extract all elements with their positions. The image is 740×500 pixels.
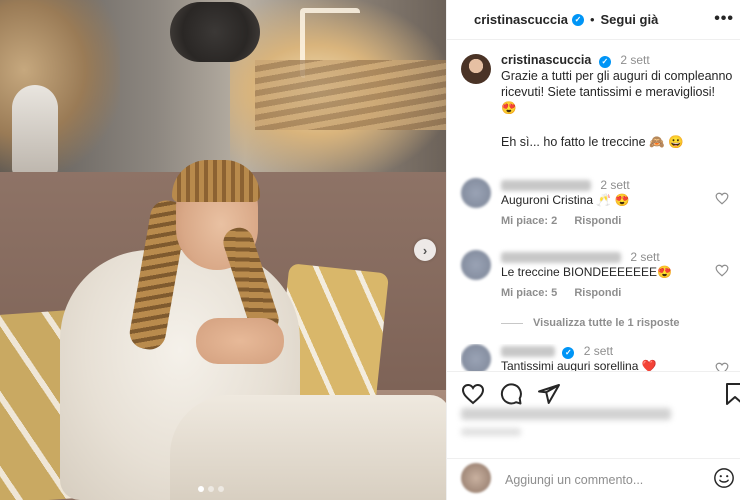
comment-time[interactable]: 2 sett [630, 250, 659, 264]
carousel-dots [198, 486, 224, 492]
comment-item: ✓ 2 sett Tantissimi auguri sorellina ❤️ [461, 344, 740, 371]
avatar[interactable] [461, 250, 491, 280]
share-icon[interactable] [537, 382, 561, 406]
verified-icon: ✓ [571, 13, 584, 26]
reply-button[interactable]: Rispondi [574, 215, 621, 227]
header-username[interactable]: cristinascuccia [474, 12, 568, 27]
avatar [461, 463, 491, 493]
comment-text: Tantissimi auguri sorellina ❤️ [501, 359, 657, 371]
photo-fan [170, 2, 260, 62]
post-photo[interactable]: › [0, 0, 446, 500]
post-header: cristinascuccia ✓ • Segui già ••• [447, 0, 740, 40]
comment-text: Auguroni Cristina 🥂 😍 [501, 193, 630, 207]
comment-item: 2 sett Auguroni Cristina 🥂 😍 Mi piace: 2… [461, 178, 740, 229]
avatar[interactable] [461, 54, 491, 84]
emoji-icon[interactable] [713, 467, 735, 489]
avatar[interactable] [461, 178, 491, 208]
comment-likes[interactable]: Mi piace: 5 [501, 287, 557, 299]
verified-icon: ✓ [598, 56, 611, 68]
bookmark-icon[interactable] [723, 382, 740, 406]
commenter-username-blurred[interactable] [501, 346, 555, 358]
heart-icon[interactable] [715, 264, 729, 277]
heart-icon[interactable] [461, 382, 485, 406]
carousel-dot [218, 486, 224, 492]
comment-likes[interactable]: Mi piace: 2 [501, 215, 557, 227]
post-caption: cristinascuccia ✓ 2 sett Grazie a tutti … [461, 52, 733, 150]
view-replies-button[interactable]: Visualizza tutte le 1 risposte [501, 317, 680, 329]
following-button[interactable]: Segui già [601, 12, 659, 27]
caption-text: Grazie a tutti per gli auguri di complea… [501, 69, 733, 115]
chevron-right-icon: › [422, 242, 428, 258]
caption-text: Eh sì... ho fatto le treccine 🙈 😀 [501, 135, 684, 149]
commenter-username-blurred[interactable] [501, 180, 591, 192]
post-sidebar: cristinascuccia ✓ • Segui già ••• cristi… [446, 0, 740, 500]
more-icon[interactable]: ••• [714, 10, 734, 28]
replies-divider [501, 322, 523, 324]
photo-hands [196, 318, 284, 364]
photo-ceiling [255, 60, 446, 130]
photo-person-lap [170, 395, 446, 500]
header-separator: • [589, 12, 595, 27]
add-comment-bar [447, 458, 740, 500]
comment-input[interactable] [505, 471, 695, 489]
caption-username[interactable]: cristinascuccia [501, 53, 591, 67]
heart-icon[interactable] [715, 192, 729, 205]
comment-icon[interactable] [499, 382, 523, 406]
carousel-dot [198, 486, 204, 492]
next-photo-button[interactable]: › [414, 239, 436, 261]
commenter-username-blurred[interactable] [501, 252, 621, 264]
likes-count-blurred[interactable] [461, 408, 671, 420]
post-date-blurred [461, 428, 521, 436]
carousel-dot [208, 486, 214, 492]
comment-time[interactable]: 2 sett [600, 178, 629, 192]
comment-item: 2 sett Le treccine BIONDEEEEEEE😍 Mi piac… [461, 250, 740, 301]
caption-time[interactable]: 2 sett [620, 53, 649, 67]
comment-text: Le treccine BIONDEEEEEEE😍 [501, 265, 673, 279]
view-replies-label: Visualizza tutte le 1 risposte [533, 317, 680, 329]
avatar[interactable] [461, 344, 491, 371]
comment-time[interactable]: 2 sett [584, 344, 613, 358]
reply-button[interactable]: Rispondi [574, 287, 621, 299]
verified-icon: ✓ [562, 346, 575, 359]
photo-statue [12, 85, 58, 175]
heart-icon[interactable] [715, 362, 729, 371]
